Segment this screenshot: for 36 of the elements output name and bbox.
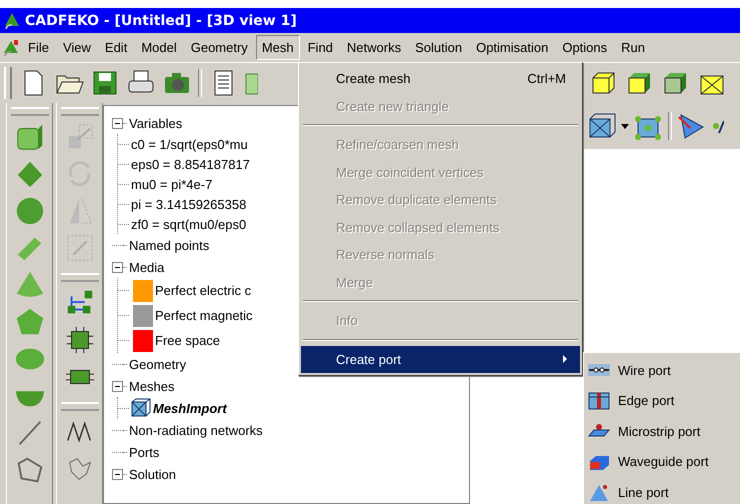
menu-item[interactable]: Networks: [340, 35, 408, 60]
tree-item[interactable]: Perfect magnetic: [153, 307, 255, 324]
tree-item[interactable]: Meshes: [127, 378, 177, 394]
menu-item[interactable]: Optimisation: [470, 35, 554, 60]
menu-item[interactable]: Waveguide port: [618, 454, 709, 470]
menu-item[interactable]: Create port: [301, 346, 580, 373]
tree-item[interactable]: Ports: [127, 444, 162, 460]
menu-item[interactable]: Find: [302, 35, 339, 60]
menu-item[interactable]: Wire port: [618, 362, 671, 378]
menu-item[interactable]: Solution: [409, 35, 468, 60]
tree-item[interactable]: Variables: [127, 114, 184, 132]
tree-item[interactable]: eps0 = 8.854187817: [129, 156, 252, 172]
tree-item[interactable]: Geometry: [127, 356, 188, 372]
menu-item[interactable]: Run: [615, 35, 651, 60]
menu-item[interactable]: File: [22, 35, 55, 60]
tree-item[interactable]: Solution: [127, 466, 178, 482]
tree-item[interactable]: Perfect electric c: [153, 282, 254, 299]
menu-item[interactable]: Mesh: [256, 35, 300, 60]
menu-item[interactable]: Edit: [98, 35, 134, 60]
menu-item[interactable]: Microstrip port: [618, 424, 700, 439]
tree-item[interactable]: zf0 = sqrt(mu0/eps0: [129, 216, 248, 232]
menu-item[interactable]: Line port: [618, 484, 669, 500]
tree-item[interactable]: Named points: [127, 236, 212, 254]
window-title: CADFEKO - [Untitled] - [3D view 1]: [25, 12, 297, 28]
tree-item[interactable]: Non-radiating networks: [127, 422, 265, 438]
menu-item[interactable]: View: [56, 35, 97, 60]
menu-item[interactable]: Geometry: [184, 35, 254, 60]
tree-item[interactable]: c0 = 1/sqrt(eps0*mu: [129, 136, 250, 152]
tree-item[interactable]: mu0 = pi*4e-7: [129, 176, 214, 192]
menu-item[interactable]: Model: [135, 35, 183, 60]
menu-item[interactable]: Edge port: [618, 393, 674, 408]
menu-item[interactable]: Options: [556, 35, 614, 60]
tree-item[interactable]: Free space: [153, 332, 222, 349]
tree-item[interactable]: pi = 3.14159265358: [129, 196, 248, 212]
tree-item[interactable]: Media: [127, 258, 166, 276]
tree-item[interactable]: MeshImport: [151, 400, 229, 416]
